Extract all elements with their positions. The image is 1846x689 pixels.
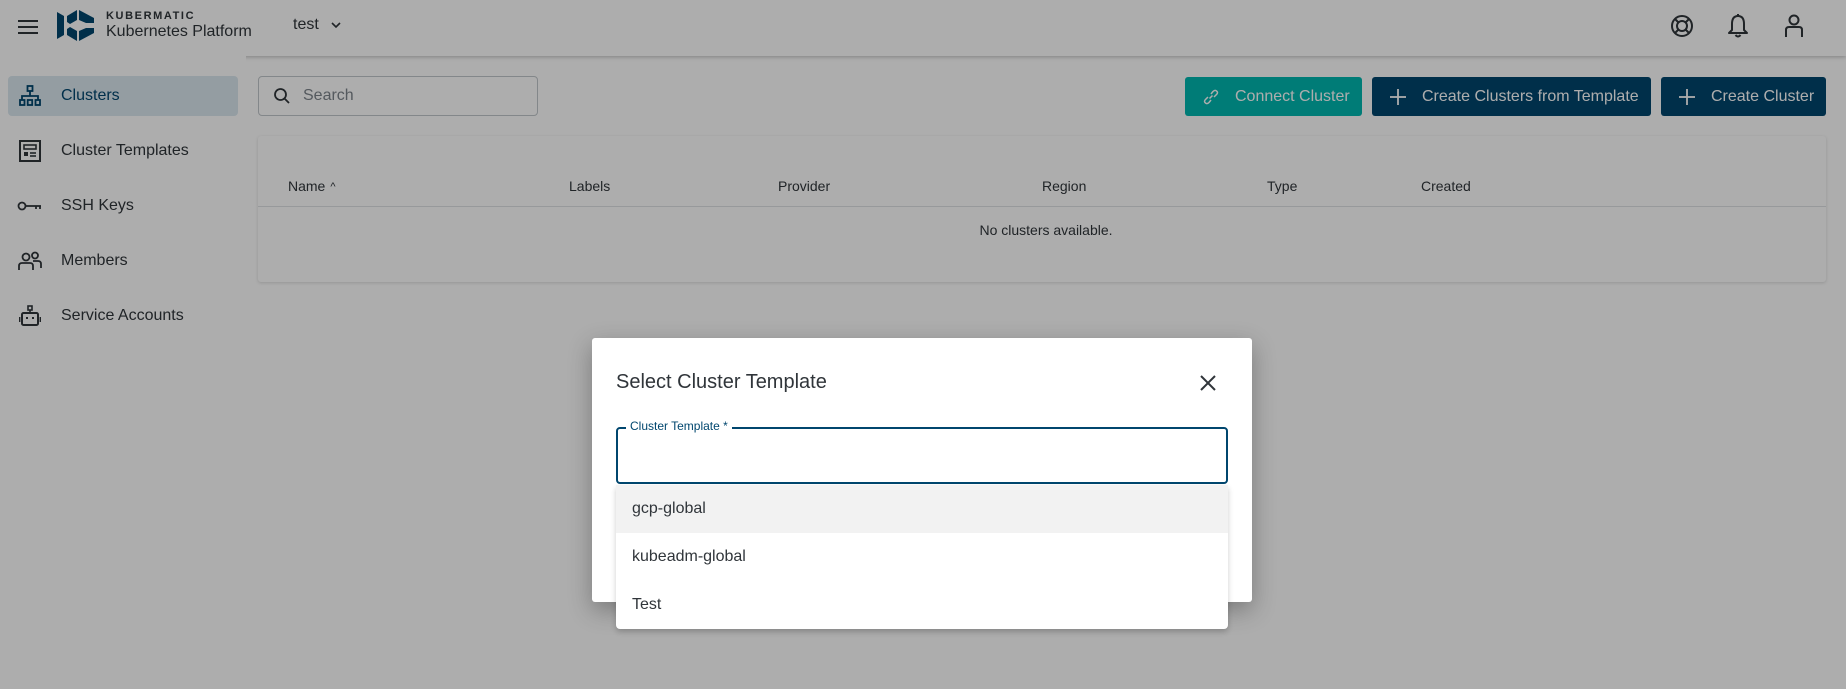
option-kubeadm-global[interactable]: kubeadm-global — [616, 533, 1228, 581]
cluster-template-options: gcp-global kubeadm-global Test — [616, 485, 1228, 629]
option-test[interactable]: Test — [616, 581, 1228, 629]
cluster-template-field[interactable]: Cluster Template * — [616, 419, 1228, 484]
option-gcp-global[interactable]: gcp-global — [616, 485, 1228, 533]
close-icon[interactable] — [1196, 371, 1220, 395]
dialog-title: Select Cluster Template — [616, 371, 827, 393]
cluster-template-label: Cluster Template * — [626, 419, 732, 433]
cluster-template-input[interactable] — [632, 445, 1212, 467]
